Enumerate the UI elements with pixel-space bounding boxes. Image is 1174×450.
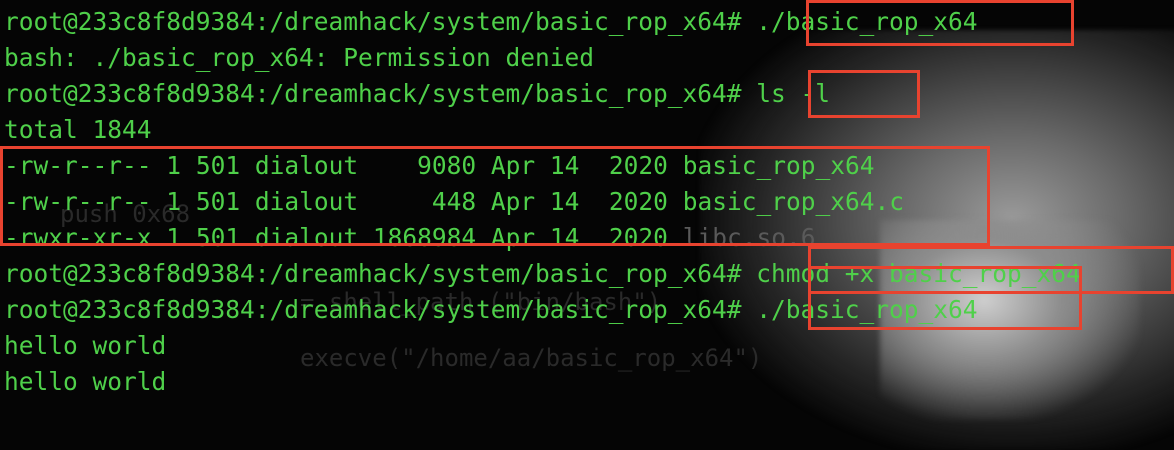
highlight-box-ls-output xyxy=(0,146,990,246)
prompt: root@233c8f8d9384:/dreamhack/system/basi… xyxy=(4,79,742,108)
highlight-box-run-1 xyxy=(806,0,1074,46)
output-line: hello world xyxy=(4,367,167,396)
prompt: root@233c8f8d9384:/dreamhack/system/basi… xyxy=(4,259,742,288)
highlight-box-run-2 xyxy=(808,266,1082,330)
output-line: hello world xyxy=(4,331,167,360)
prompt-line: root@233c8f8d9384:/dreamhack/system/basi… xyxy=(4,76,1174,112)
prompt: root@233c8f8d9384:/dreamhack/system/basi… xyxy=(4,7,742,36)
output-line: total 1844 xyxy=(4,115,152,144)
highlight-box-ls xyxy=(808,70,920,118)
prompt: root@233c8f8d9384:/dreamhack/system/basi… xyxy=(4,295,742,324)
